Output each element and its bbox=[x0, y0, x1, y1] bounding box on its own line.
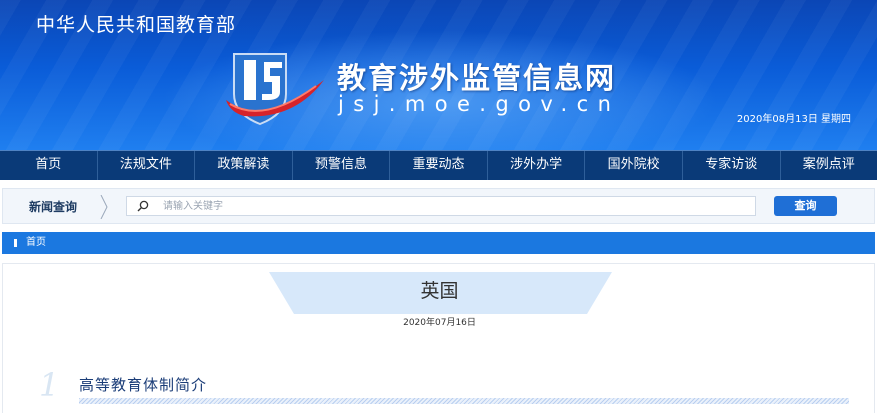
jsj-shield-logo-icon[interactable] bbox=[224, 50, 326, 126]
main-nav: 首页 法规文件 政策解读 预警信息 重要动态 涉外办学 国外院校 专家访谈 案例… bbox=[0, 150, 877, 180]
breadcrumb-home-link[interactable]: 首页 bbox=[26, 232, 46, 254]
header-banner: 中华人民共和国教育部 教育涉外监管信息网 jsj.moe.gov.cn 2020… bbox=[0, 0, 877, 150]
ministry-name[interactable]: 中华人民共和国教育部 bbox=[36, 10, 236, 37]
date-display: 2020年08月13日 星期四 bbox=[736, 114, 851, 125]
search-label: 新闻查询 bbox=[29, 200, 78, 214]
nav-item-foreign-education[interactable]: 涉外办学 bbox=[488, 151, 586, 180]
nav-item-expert-interviews[interactable]: 专家访谈 bbox=[683, 151, 781, 180]
breadcrumb: 首页 bbox=[2, 232, 875, 254]
search-button[interactable]: 查询 bbox=[774, 196, 837, 216]
news-search-bar: 新闻查询 查询 bbox=[2, 188, 875, 224]
chevron-divider-icon bbox=[100, 195, 108, 219]
search-input[interactable] bbox=[163, 198, 748, 214]
nav-item-policy-interpretation[interactable]: 政策解读 bbox=[195, 151, 293, 180]
nav-item-news[interactable]: 重要动态 bbox=[390, 151, 488, 180]
nav-item-foreign-institutions[interactable]: 国外院校 bbox=[585, 151, 683, 180]
nav-item-warnings[interactable]: 预警信息 bbox=[293, 151, 391, 180]
site-title[interactable]: 教育涉外监管信息网 bbox=[337, 55, 616, 97]
article-date: 2020年07月16日 bbox=[403, 318, 476, 328]
article-content: 英国 2020年07月16日 1 高等教育体制简介 bbox=[2, 263, 875, 413]
breadcrumb-marker-icon bbox=[14, 239, 17, 247]
section-divider bbox=[79, 398, 849, 404]
article-title: 英国 bbox=[420, 280, 459, 302]
search-icon bbox=[137, 200, 149, 212]
nav-item-case-reviews[interactable]: 案例点评 bbox=[781, 151, 877, 180]
nav-item-regulations[interactable]: 法规文件 bbox=[98, 151, 196, 180]
search-input-wrapper bbox=[126, 196, 756, 216]
section-heading: 高等教育体制简介 bbox=[79, 376, 208, 394]
site-domain: jsj.moe.gov.cn bbox=[338, 92, 621, 116]
section-number: 1 bbox=[39, 366, 60, 404]
nav-item-home[interactable]: 首页 bbox=[0, 151, 98, 180]
